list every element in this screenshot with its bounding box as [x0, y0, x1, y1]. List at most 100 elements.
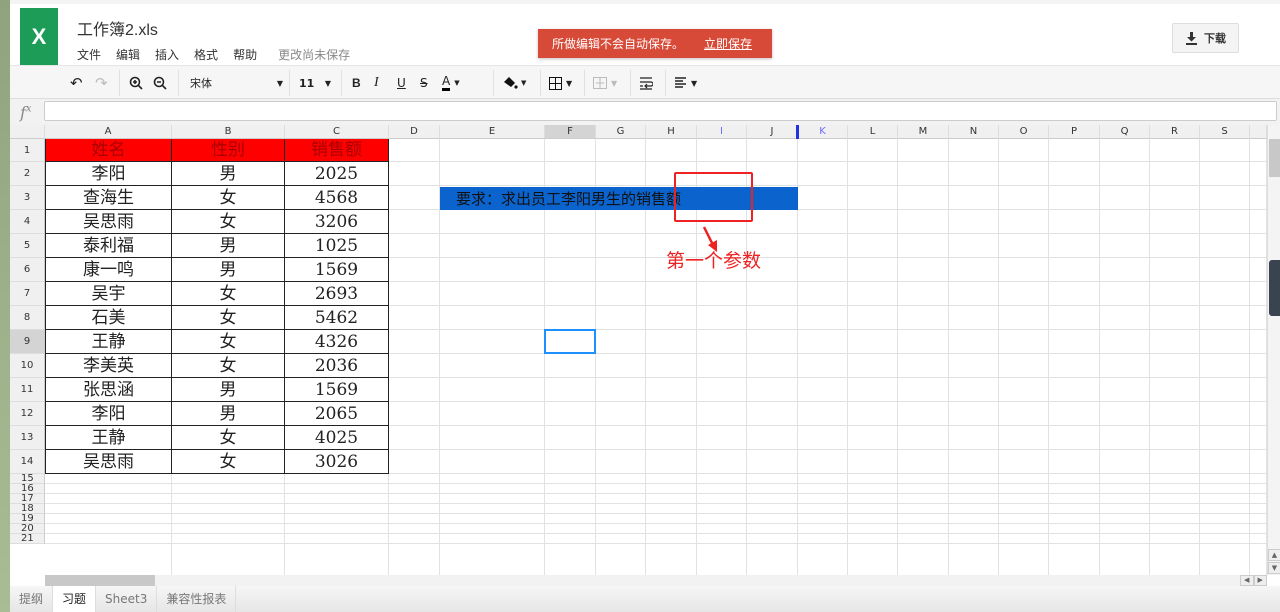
scroll-right-button[interactable]: ▶ — [1253, 575, 1267, 586]
table-cell[interactable]: 王静 — [45, 330, 172, 354]
column-header[interactable]: N — [949, 125, 999, 139]
table-cell[interactable]: 女 — [172, 186, 285, 210]
table-cell[interactable]: 男 — [172, 378, 285, 402]
table-cell[interactable]: 男 — [172, 258, 285, 282]
horizontal-scroll-thumb[interactable] — [45, 575, 155, 586]
table-cell[interactable]: 张思涵 — [45, 378, 172, 402]
fill-color-button[interactable]: ▼ — [502, 66, 526, 100]
vertical-scroll-thumb[interactable] — [1269, 139, 1280, 177]
scroll-up-button[interactable]: ▲ — [1268, 549, 1280, 561]
zoom-out-button[interactable] — [153, 66, 167, 100]
column-header[interactable]: F — [545, 125, 596, 139]
scroll-down-button[interactable]: ▼ — [1268, 562, 1280, 574]
menu-help[interactable]: 帮助 — [233, 46, 257, 63]
table-cell[interactable]: 女 — [172, 354, 285, 378]
row-header[interactable]: 10 — [10, 354, 45, 378]
table-cell[interactable]: 查海生 — [45, 186, 172, 210]
table-cell[interactable]: 李阳 — [45, 162, 172, 186]
table-cell[interactable]: 2065 — [285, 402, 389, 426]
table-cell[interactable]: 2025 — [285, 162, 389, 186]
column-header[interactable]: K — [798, 125, 848, 139]
table-cell[interactable]: 泰利福 — [45, 234, 172, 258]
menu-format[interactable]: 格式 — [194, 46, 218, 63]
column-header[interactable]: A — [45, 125, 172, 139]
column-header[interactable]: I — [697, 125, 747, 139]
download-button[interactable]: 下载 — [1172, 23, 1239, 53]
spreadsheet-grid[interactable]: A B C D E F G H I J K L M N O P Q R S 1 2 3 4 5 6 7 8 9 10 11 12 13 14 15… — [10, 125, 1267, 575]
table-cell[interactable]: 吴思雨 — [45, 210, 172, 234]
table-cell[interactable]: 3026 — [285, 450, 389, 474]
column-header[interactable]: E — [440, 125, 545, 139]
table-cell[interactable]: 4568 — [285, 186, 389, 210]
italic-button[interactable]: I — [374, 66, 379, 100]
row-header[interactable]: 14 — [10, 450, 45, 474]
column-header[interactable]: C — [285, 125, 389, 139]
column-resize-handle[interactable] — [796, 125, 799, 139]
column-header[interactable]: M — [898, 125, 949, 139]
column-header[interactable]: Q — [1100, 125, 1150, 139]
row-header[interactable]: 5 — [10, 234, 45, 258]
row-header[interactable]: 2 — [10, 162, 45, 186]
save-now-link[interactable]: 立即保存 — [704, 35, 752, 52]
font-family-select[interactable]: 宋体 ▼ — [190, 66, 285, 100]
strikethrough-button[interactable]: S — [420, 66, 428, 100]
column-header[interactable]: J — [747, 125, 798, 139]
table-cell[interactable]: 女 — [172, 210, 285, 234]
table-cell[interactable]: 李美英 — [45, 354, 172, 378]
align-button[interactable]: ▼ — [674, 66, 697, 100]
row-header[interactable]: 8 — [10, 306, 45, 330]
table-cell[interactable]: 2036 — [285, 354, 389, 378]
row-header[interactable]: 9 — [10, 330, 45, 354]
table-cell[interactable]: 5462 — [285, 306, 389, 330]
formula-input[interactable] — [44, 101, 1277, 121]
menu-file[interactable]: 文件 — [77, 46, 101, 63]
column-header[interactable]: S — [1200, 125, 1250, 139]
table-cell[interactable]: 2693 — [285, 282, 389, 306]
sheet-tab[interactable]: Sheet3 — [96, 586, 158, 612]
row-header[interactable]: 7 — [10, 282, 45, 306]
table-cell[interactable]: 女 — [172, 282, 285, 306]
selected-cell[interactable] — [544, 329, 596, 354]
table-cell[interactable]: 吴宇 — [45, 282, 172, 306]
sheet-tab[interactable]: 提纲 — [10, 586, 54, 612]
select-all-corner[interactable] — [10, 125, 45, 139]
bold-button[interactable]: B — [352, 66, 361, 100]
table-header-cell[interactable]: 性别 — [172, 139, 285, 162]
table-cell[interactable]: 1025 — [285, 234, 389, 258]
row-header[interactable]: 12 — [10, 402, 45, 426]
row-header[interactable]: 21 — [10, 534, 45, 544]
column-header[interactable]: R — [1150, 125, 1200, 139]
column-header[interactable]: B — [172, 125, 285, 139]
table-header-cell[interactable]: 销售额 — [285, 139, 389, 162]
table-cell[interactable]: 女 — [172, 306, 285, 330]
borders-button[interactable]: ▼ — [549, 66, 572, 100]
table-cell[interactable]: 康一鸣 — [45, 258, 172, 282]
column-header[interactable]: L — [848, 125, 898, 139]
font-color-button[interactable]: A ▼ — [442, 66, 460, 100]
table-cell[interactable]: 吴思雨 — [45, 450, 172, 474]
table-cell[interactable]: 王静 — [45, 426, 172, 450]
scroll-left-button[interactable]: ◀ — [1240, 575, 1254, 586]
horizontal-scrollbar[interactable] — [45, 575, 1240, 586]
undo-button[interactable]: ↶ — [70, 66, 83, 100]
table-cell[interactable]: 3206 — [285, 210, 389, 234]
column-header[interactable]: H — [646, 125, 697, 139]
row-header[interactable]: 6 — [10, 258, 45, 282]
column-header[interactable]: O — [999, 125, 1049, 139]
table-cell[interactable]: 4025 — [285, 426, 389, 450]
table-cell[interactable]: 女 — [172, 330, 285, 354]
underline-button[interactable]: U — [397, 66, 406, 100]
sheet-tab-active[interactable]: 习题 — [53, 586, 97, 612]
menu-insert[interactable]: 插入 — [155, 46, 179, 63]
table-cell[interactable]: 1569 — [285, 258, 389, 282]
column-header[interactable]: G — [596, 125, 646, 139]
sheet-tab[interactable]: 兼容性报表 — [157, 586, 237, 612]
row-header[interactable]: 3 — [10, 186, 45, 210]
wrap-text-button[interactable] — [639, 66, 653, 100]
row-header[interactable]: 4 — [10, 210, 45, 234]
column-header[interactable]: P — [1049, 125, 1100, 139]
table-header-cell[interactable]: 姓名 — [45, 139, 172, 162]
vertical-scrollbar[interactable]: ▲ ▼ — [1267, 125, 1280, 575]
redo-button[interactable]: ↷ — [95, 66, 108, 100]
merge-cells-button[interactable]: ▼ — [593, 66, 617, 100]
